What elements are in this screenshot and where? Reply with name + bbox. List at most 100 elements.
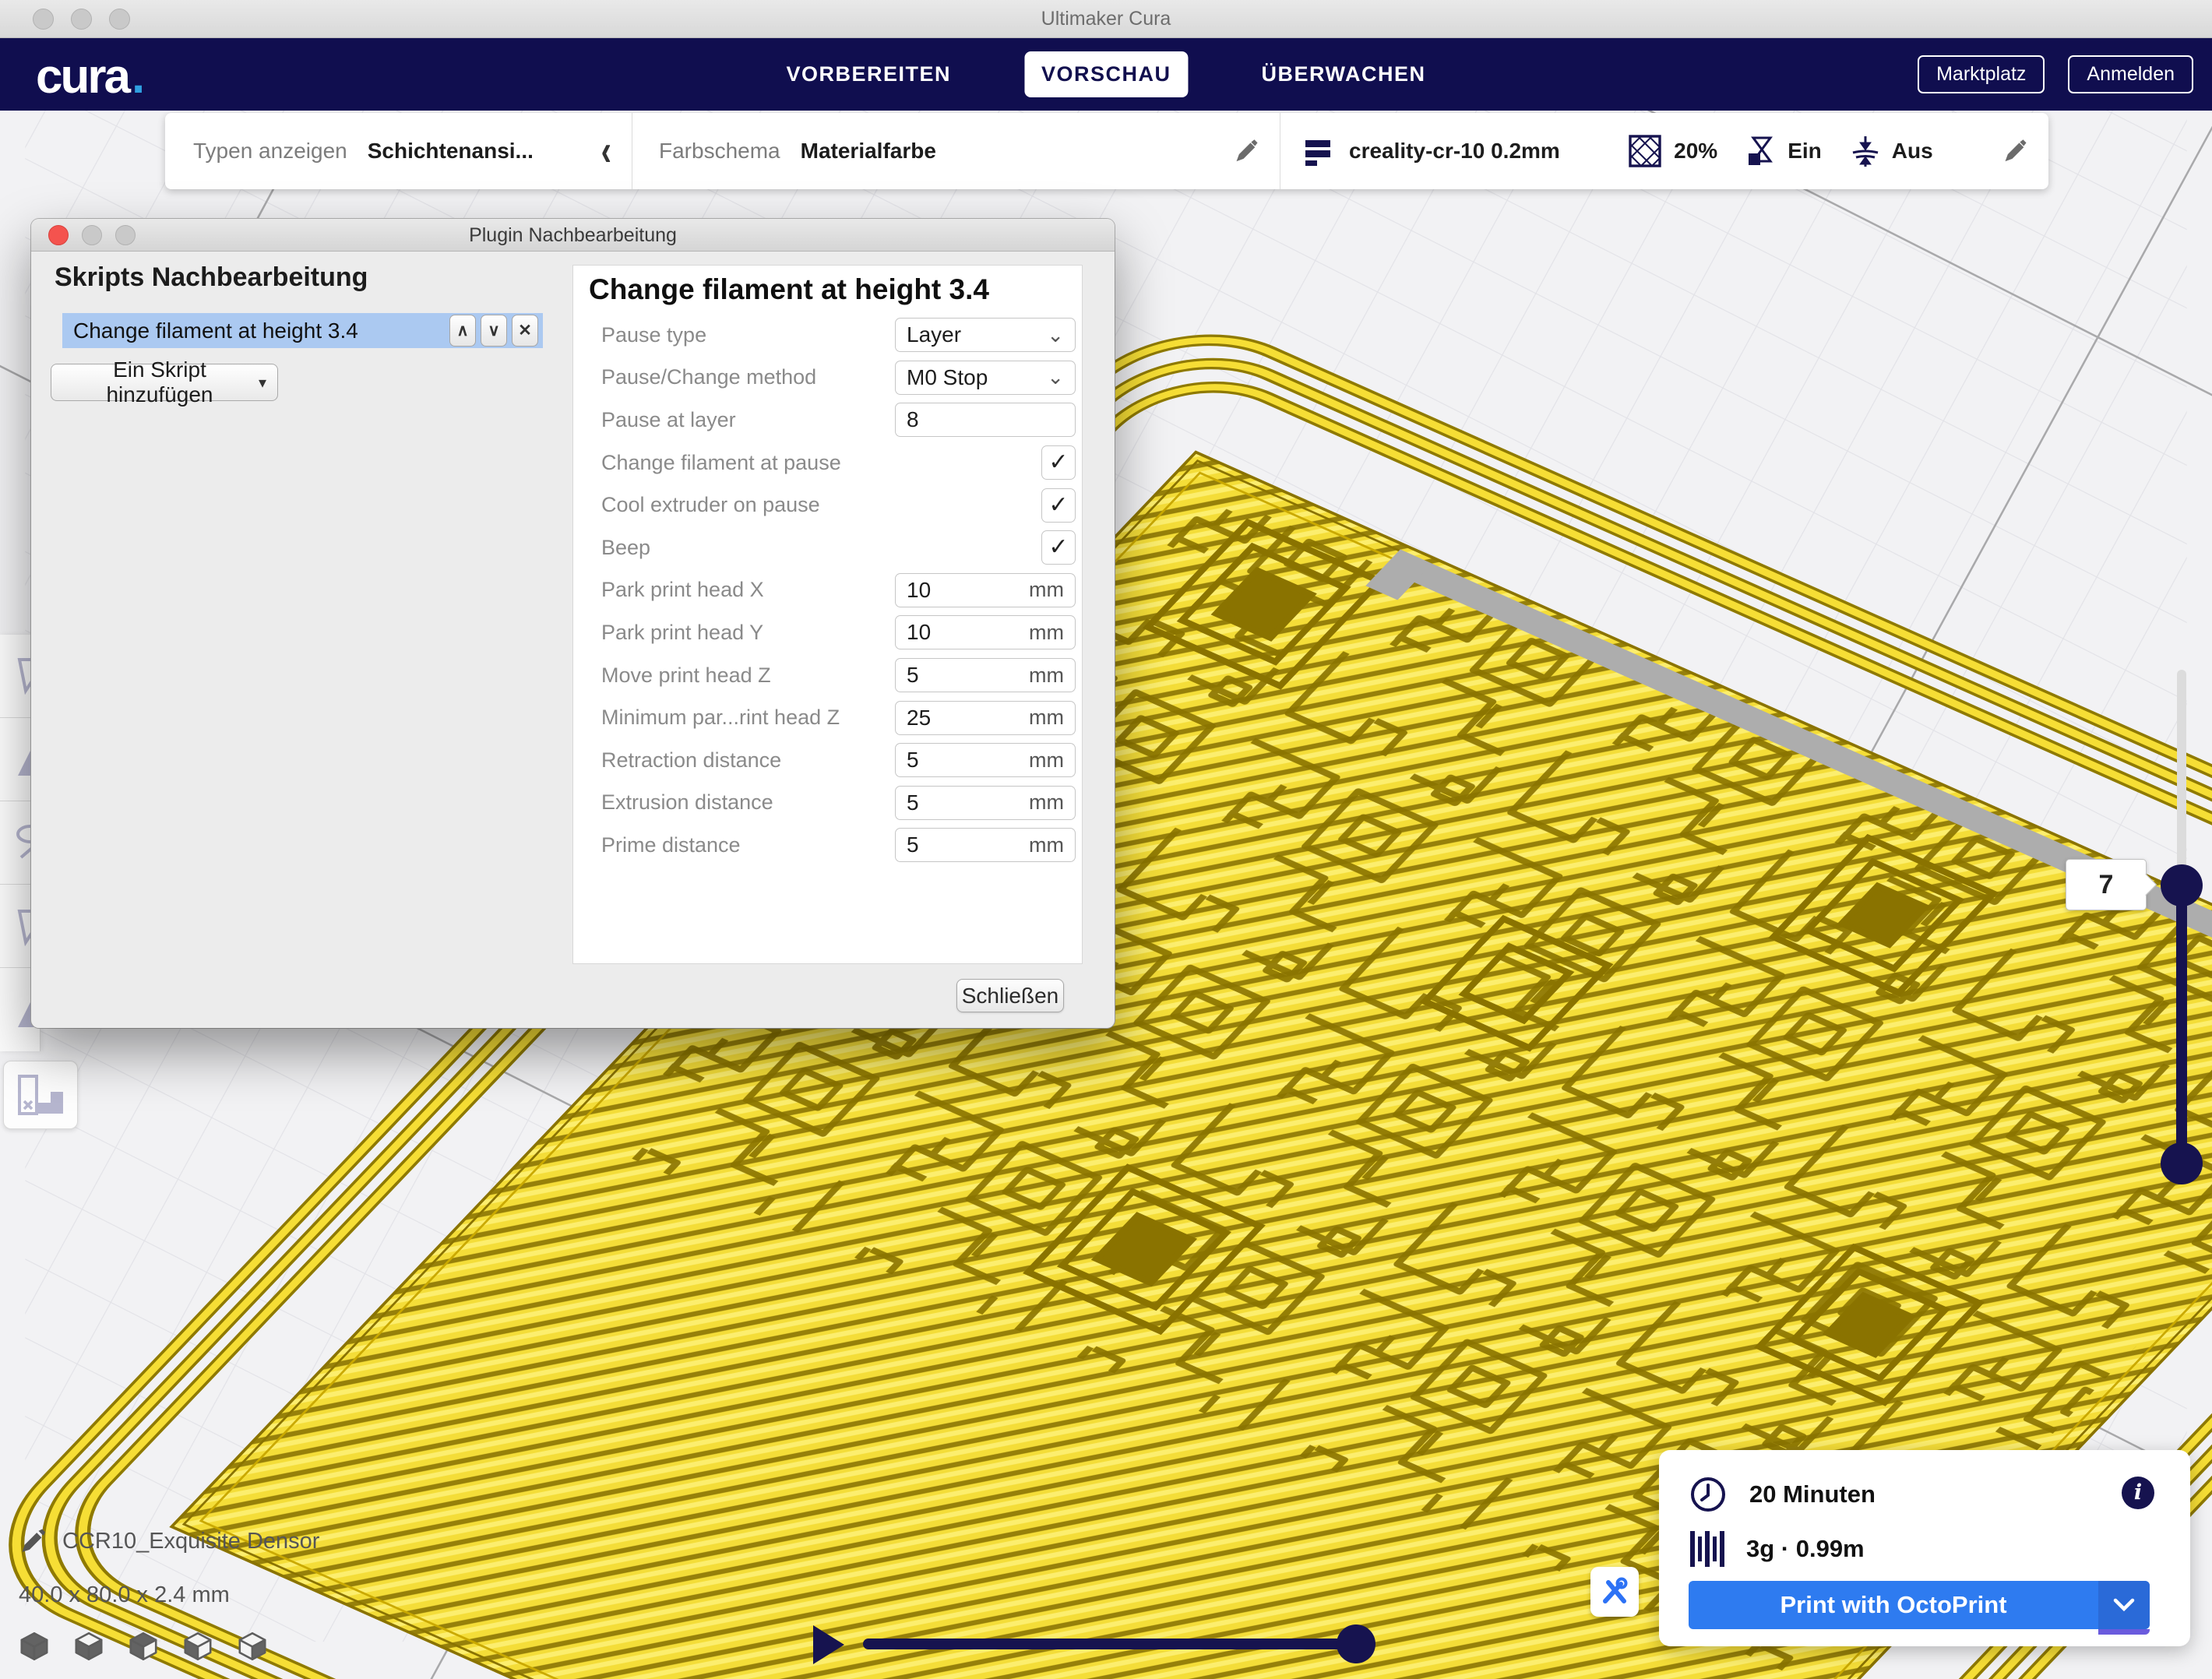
field-row-pause-change-method: Pause/Change methodM0 Stop⌄ xyxy=(573,357,1082,400)
remove-script-button[interactable]: ✕ xyxy=(512,315,538,347)
layer-number-flag[interactable]: 7 xyxy=(2066,859,2147,910)
field-label: Retraction distance xyxy=(573,748,895,773)
dialog-close-button[interactable] xyxy=(48,225,69,245)
script-settings-panel: Change filament at height 3.4 Pause type… xyxy=(572,265,1083,964)
field-unit: mm xyxy=(1029,578,1075,602)
color-scheme-selector[interactable]: Farbschema Materialfarbe xyxy=(632,113,1280,189)
layer-slider-upper-handle[interactable] xyxy=(2161,864,2203,906)
field-row-cool-extruder-on-pause: Cool extruder on pause✓ xyxy=(573,484,1082,526)
input-park-print-head-x[interactable]: 10mm xyxy=(895,573,1076,607)
dialog-minimize-button[interactable] xyxy=(82,225,102,245)
view-3d-icon[interactable] xyxy=(19,1631,50,1662)
play-button[interactable] xyxy=(813,1625,844,1664)
input-extrusion-distance[interactable]: 5mm xyxy=(895,786,1076,820)
input-pause-at-layer[interactable]: 8 xyxy=(895,403,1076,437)
window-close-button[interactable] xyxy=(33,9,54,30)
move-script-up-button[interactable]: ∧ xyxy=(449,315,476,347)
field-row-extrusion-distance: Extrusion distance5mm xyxy=(573,782,1082,825)
material-usage: 3g · 0.99m xyxy=(1746,1535,1865,1563)
checkbox-beep[interactable]: ✓ xyxy=(1041,530,1076,565)
select-pause-change-method[interactable]: M0 Stop⌄ xyxy=(895,361,1076,395)
field-row-pause-at-layer: Pause at layer8 xyxy=(573,399,1082,442)
input-move-print-head-z[interactable]: 5mm xyxy=(895,658,1076,692)
add-script-button[interactable]: Ein Skript hinzufügen ▾ xyxy=(51,364,278,401)
dialog-zoom-button[interactable] xyxy=(115,225,136,245)
view-preset-row xyxy=(19,1631,268,1662)
view-front-icon[interactable] xyxy=(73,1631,104,1662)
input-retraction-distance[interactable]: 5mm xyxy=(895,743,1076,777)
post-processing-dialog: Plugin Nachbearbeitung Skripts Nachbearb… xyxy=(31,219,1115,1028)
field-label: Move print head Z xyxy=(573,664,895,688)
field-unit: mm xyxy=(1029,621,1075,645)
view-type-selector[interactable]: Typen anzeigen Schichtenansi... ‹ xyxy=(165,113,632,189)
tab-überwachen[interactable]: ÜBERWACHEN xyxy=(1245,51,1443,97)
script-name: Change filament at height 3.4 xyxy=(62,319,449,343)
marketplace-button[interactable]: Marktplatz xyxy=(1918,55,2045,93)
field-value: 5 xyxy=(896,790,1029,815)
checkmark-icon: ✓ xyxy=(1048,447,1068,478)
adhesion-icon xyxy=(1848,134,1883,168)
layer-slider-range[interactable] xyxy=(2176,885,2187,1163)
field-row-move-print-head-z: Move print head Z5mm xyxy=(573,654,1082,697)
input-minimum-par-rint-head-z[interactable]: 25mm xyxy=(895,701,1076,735)
field-row-park-print-head-x: Park print head X10mm xyxy=(573,569,1082,612)
machine-settings-button[interactable] xyxy=(1590,1567,1639,1617)
field-value: 5 xyxy=(896,748,1029,773)
field-unit: mm xyxy=(1029,790,1075,815)
print-button-label: Print with OctoPrint xyxy=(1689,1581,2098,1629)
stage-tabs: VORBEREITEN VORSCHAU ÜBERWACHEN xyxy=(769,38,1442,111)
support-icon xyxy=(1744,134,1778,168)
print-summary-card: 20 Minuten i 3g · 0.99m Print with OctoP… xyxy=(1659,1450,2190,1646)
script-list-item[interactable]: Change filament at height 3.4 ∧ ∨ ✕ xyxy=(62,313,543,348)
view-left-icon[interactable] xyxy=(182,1631,213,1662)
checkmark-icon: ✓ xyxy=(1048,490,1068,521)
view-right-icon[interactable] xyxy=(237,1631,268,1662)
tab-vorschau[interactable]: VORSCHAU xyxy=(1024,51,1189,97)
path-slider-handle[interactable] xyxy=(1337,1624,1375,1663)
close-dialog-button[interactable]: Schließen xyxy=(956,979,1064,1012)
checkbox-cool-extruder-on-pause[interactable]: ✓ xyxy=(1041,488,1076,523)
edit-pencil-icon[interactable] xyxy=(1231,137,1259,165)
collapse-chevron-icon[interactable]: ‹ xyxy=(601,129,611,173)
field-row-beep: Beep✓ xyxy=(573,526,1082,569)
print-button[interactable]: Print with OctoPrint xyxy=(1689,1581,2150,1629)
window-zoom-button[interactable] xyxy=(109,9,130,30)
print-options-chevron[interactable] xyxy=(2098,1581,2150,1629)
checkbox-change-filament-at-pause[interactable]: ✓ xyxy=(1041,445,1076,480)
infill-icon xyxy=(1627,133,1663,169)
signin-button[interactable]: Anmelden xyxy=(2068,55,2193,93)
tab-vorbereiten[interactable]: VORBEREITEN xyxy=(769,51,968,97)
field-row-park-print-head-y: Park print head Y10mm xyxy=(573,611,1082,654)
color-scheme-label: Farbschema xyxy=(659,139,780,164)
script-settings-fields: Pause typeLayer⌄Pause/Change methodM0 St… xyxy=(573,314,1082,867)
app-header: cura. VORBEREITENVORSCHAUÜBERWACHEN Mark… xyxy=(0,38,2212,111)
tool-support-blocker[interactable] xyxy=(3,1061,78,1129)
field-label: Pause/Change method xyxy=(573,365,895,389)
profile-layers-icon xyxy=(1304,136,1335,167)
filament-icon xyxy=(1689,1529,1724,1568)
printer-profile-value: creality-cr-10 0.2mm xyxy=(1349,139,1560,164)
field-row-change-filament-at-pause: Change filament at pause✓ xyxy=(573,442,1082,484)
model-name: CCR10_Exquisite Densor xyxy=(62,1529,319,1554)
path-slider-track[interactable] xyxy=(863,1639,1358,1649)
dialog-title: Plugin Nachbearbeitung xyxy=(31,219,1115,252)
field-value: 8 xyxy=(896,407,1075,432)
field-label: Prime distance xyxy=(573,833,895,857)
clock-icon xyxy=(1689,1475,1728,1514)
settings-pencil-icon[interactable] xyxy=(2000,137,2028,165)
checkmark-icon: ✓ xyxy=(1048,532,1068,563)
info-icon[interactable]: i xyxy=(2122,1477,2154,1509)
view-type-value: Schichtenansi... xyxy=(368,139,534,164)
field-value: 5 xyxy=(896,663,1029,688)
rename-pencil-icon[interactable] xyxy=(19,1528,45,1554)
input-park-print-head-y[interactable]: 10mm xyxy=(895,615,1076,649)
print-time: 20 Minuten xyxy=(1749,1480,1876,1508)
adhesion-value: Aus xyxy=(1892,139,1933,164)
select-pause-type[interactable]: Layer⌄ xyxy=(895,318,1076,352)
layer-slider-lower-handle[interactable] xyxy=(2161,1142,2203,1184)
view-top-icon[interactable] xyxy=(128,1631,159,1662)
print-settings-summary[interactable]: creality-cr-10 0.2mm 20% Ein Aus xyxy=(1280,113,2048,189)
window-minimize-button[interactable] xyxy=(71,9,92,30)
move-script-down-button[interactable]: ∨ xyxy=(481,315,507,347)
input-prime-distance[interactable]: 5mm xyxy=(895,828,1076,862)
